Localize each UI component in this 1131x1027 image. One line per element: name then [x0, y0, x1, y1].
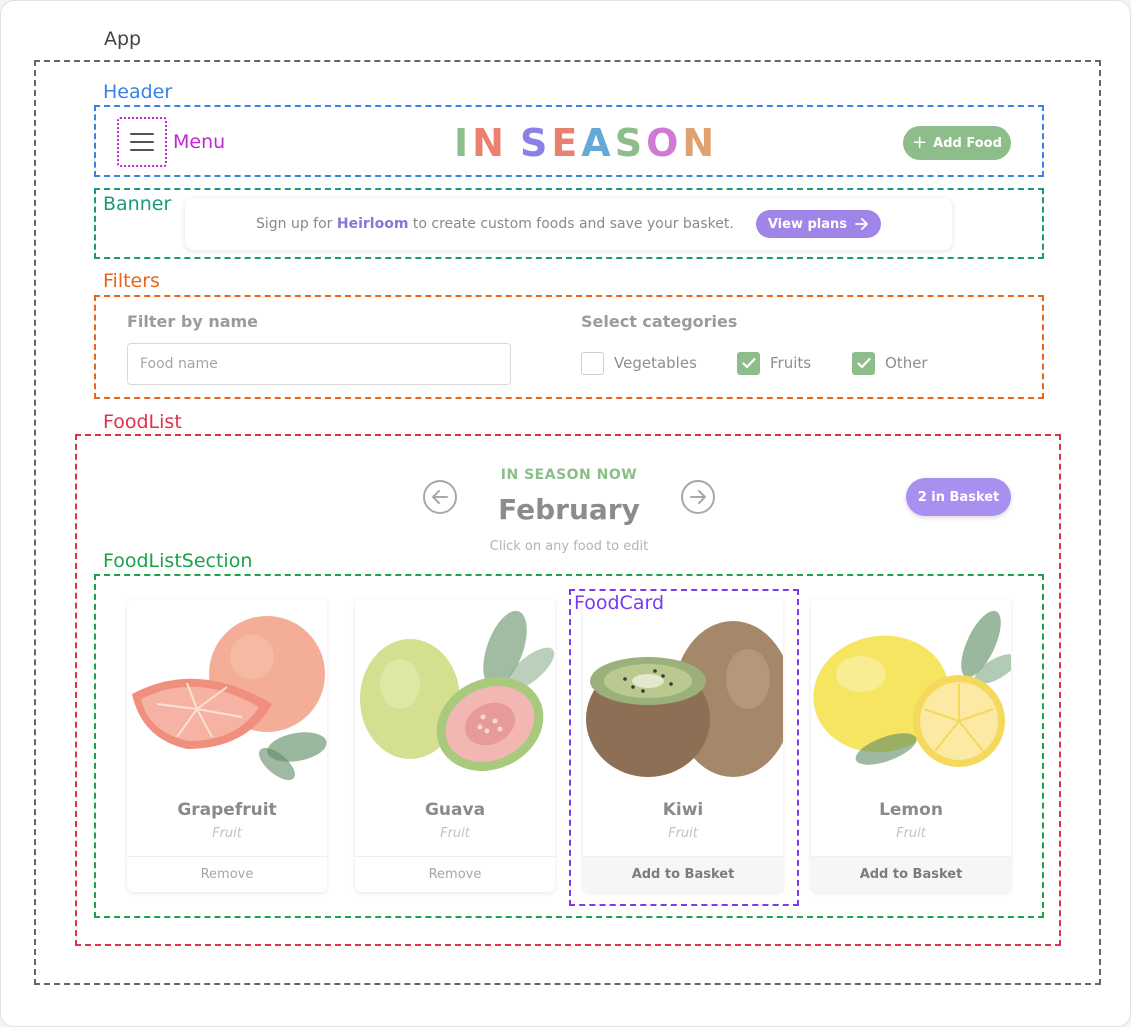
banner-text-before: Sign up for: [255, 216, 333, 232]
grapefruit-image: [127, 599, 327, 789]
add-food-button[interactable]: + Add Food: [903, 126, 1011, 160]
add-to-basket-button[interactable]: Add to Basket: [811, 856, 1011, 892]
diagram-canvas: App Header Menu IN SEASON + Add Food Ban…: [0, 0, 1131, 1027]
logo-letter: A: [581, 121, 615, 165]
view-plans-label: View plans: [767, 216, 848, 232]
food-card-lemon[interactable]: Lemon Fruit Add to Basket: [811, 599, 1011, 892]
category-label: Vegetables: [614, 354, 697, 372]
arrow-right-icon: [855, 218, 868, 230]
remove-button[interactable]: Remove: [355, 856, 555, 892]
annotation-menu-label: Menu: [173, 131, 226, 153]
food-type: Fruit: [896, 826, 926, 841]
logo-letter: S: [614, 121, 647, 165]
previous-month-button[interactable]: [423, 480, 457, 514]
in-season-now-label: IN SEASON NOW: [500, 467, 638, 483]
food-type: Fruit: [440, 826, 470, 841]
banner-text-after: to create custom foods and save your bas…: [412, 216, 734, 232]
banner-text: Sign up for Heirloom to create custom fo…: [256, 216, 734, 232]
food-type: Fruit: [212, 826, 242, 841]
category-label: Other: [885, 354, 928, 372]
checkmark-icon: [741, 357, 756, 369]
hamburger-icon-bar: [130, 141, 154, 143]
filter-by-name-title: Filter by name: [127, 312, 259, 331]
food-card-guava[interactable]: Guava Fruit Remove: [355, 599, 555, 892]
hamburger-icon-bar: [130, 149, 154, 151]
annotation-foodlistsection-label: FoodListSection: [103, 550, 253, 572]
next-month-button[interactable]: [681, 480, 715, 514]
edit-hint: Click on any food to edit: [489, 539, 649, 554]
checkbox[interactable]: [852, 351, 875, 375]
checkbox[interactable]: [581, 351, 604, 375]
annotation-foodlist-label: FoodList: [103, 411, 182, 433]
current-month: February: [498, 493, 640, 526]
hamburger-icon-bar: [130, 133, 154, 135]
logo-letter: I: [454, 121, 473, 165]
food-name: Grapefruit: [177, 800, 277, 820]
app-logo: IN SEASON: [454, 119, 718, 167]
logo-letter: O: [646, 121, 683, 165]
annotation-foodcard-label: FoodCard: [574, 592, 665, 614]
category-label: Fruits: [770, 354, 812, 372]
category-fruits[interactable]: Fruits: [737, 351, 811, 375]
annotation-app-label: App: [104, 28, 142, 50]
checkbox[interactable]: [737, 351, 760, 375]
annotation-foodcard-box: [569, 589, 799, 906]
food-name: Lemon: [879, 800, 943, 820]
logo-letter: [508, 119, 520, 167]
basket-button[interactable]: 2 in Basket: [906, 478, 1011, 516]
logo-letter: N: [472, 121, 508, 165]
banner-brand-link[interactable]: Heirloom: [337, 216, 409, 232]
select-categories-title: Select categories: [581, 312, 738, 331]
logo-letter: N: [682, 121, 719, 165]
logo-letter: S: [519, 121, 552, 165]
lemon-image: [811, 599, 1011, 789]
logo-letter: E: [551, 121, 582, 165]
checkmark-icon: [856, 357, 871, 369]
signup-banner: Sign up for Heirloom to create custom fo…: [185, 198, 952, 250]
hamburger-menu-button[interactable]: [119, 119, 165, 165]
view-plans-button[interactable]: View plans: [755, 210, 882, 238]
food-name: Guava: [424, 800, 486, 820]
arrow-right-icon: [690, 490, 706, 504]
remove-button[interactable]: Remove: [127, 856, 327, 892]
annotation-header-label: Header: [103, 81, 173, 103]
guava-image: [355, 599, 555, 789]
food-card-grapefruit[interactable]: Grapefruit Fruit Remove: [127, 599, 327, 892]
food-name-input[interactable]: [127, 343, 511, 385]
category-other[interactable]: Other: [852, 351, 928, 375]
plus-icon: +: [912, 132, 928, 153]
arrow-left-icon: [432, 490, 448, 504]
add-food-label: Add Food: [933, 135, 1002, 151]
annotation-filters-label: Filters: [103, 270, 160, 292]
category-vegetables[interactable]: Vegetables: [581, 351, 697, 375]
